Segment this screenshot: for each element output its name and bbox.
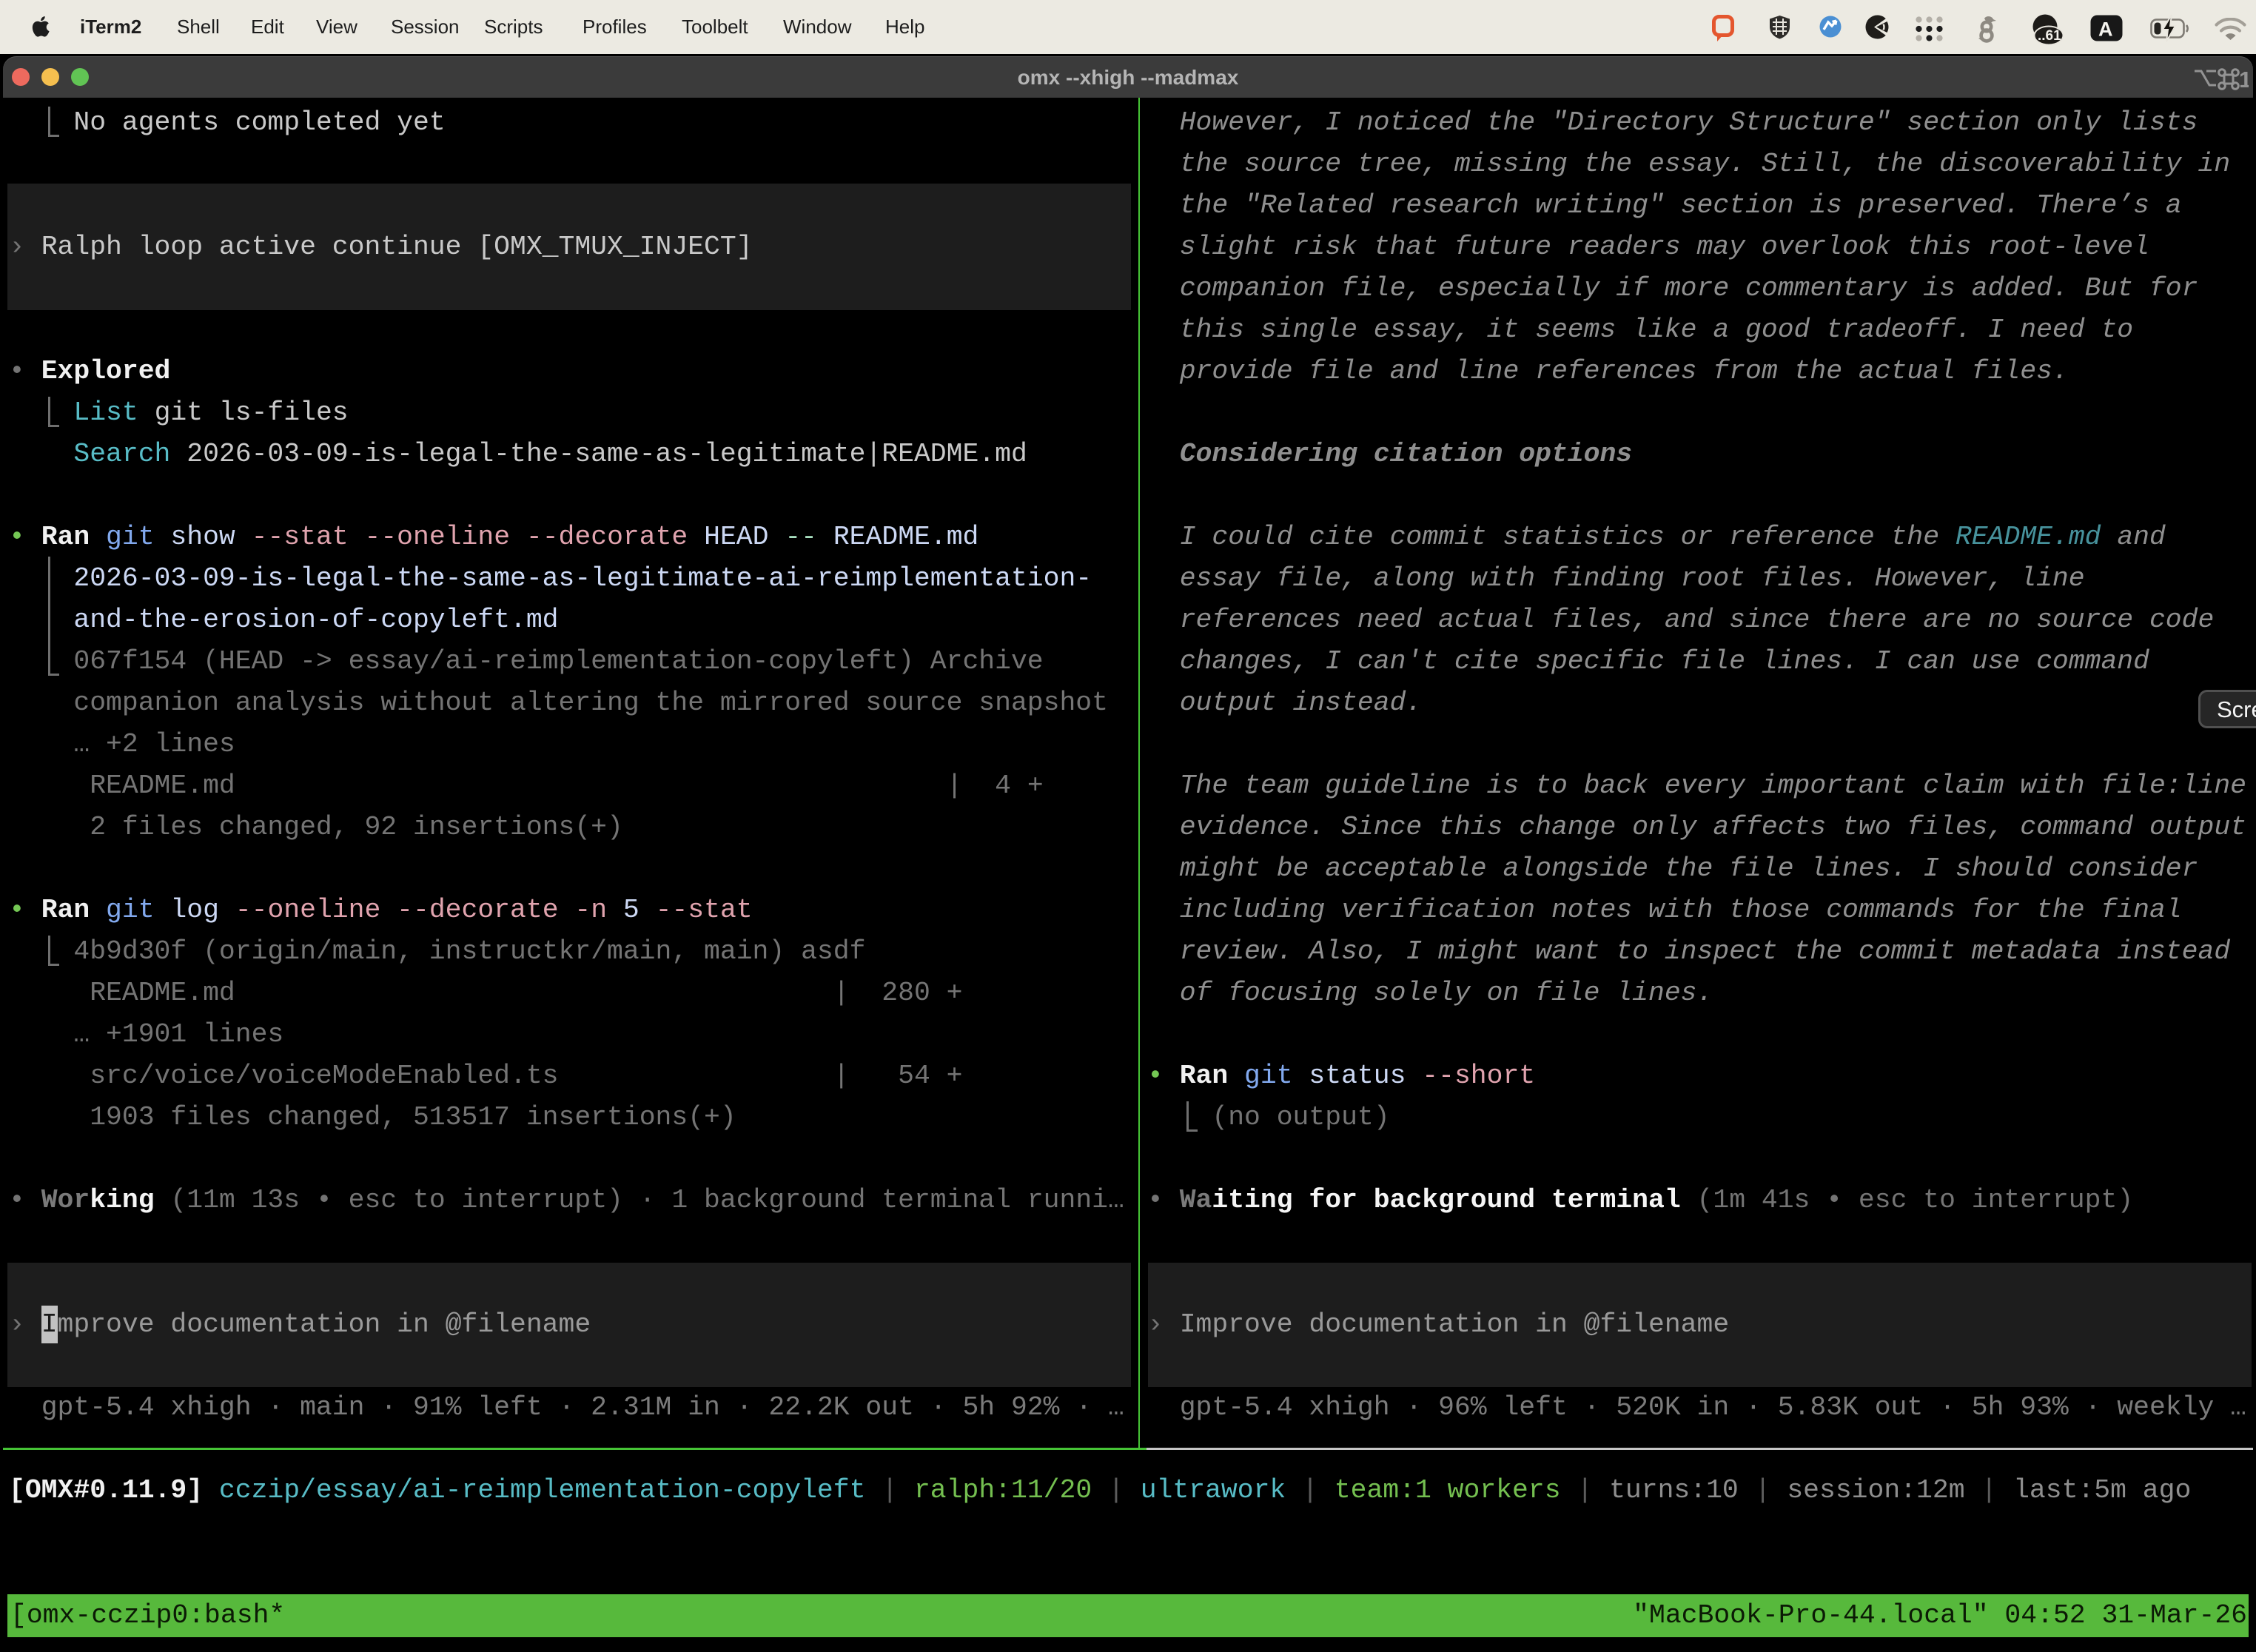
svg-text:..61: ..61 <box>2038 28 2061 44</box>
svg-text:A: A <box>2098 19 2113 41</box>
svg-text:1: 1 <box>2239 67 2249 93</box>
